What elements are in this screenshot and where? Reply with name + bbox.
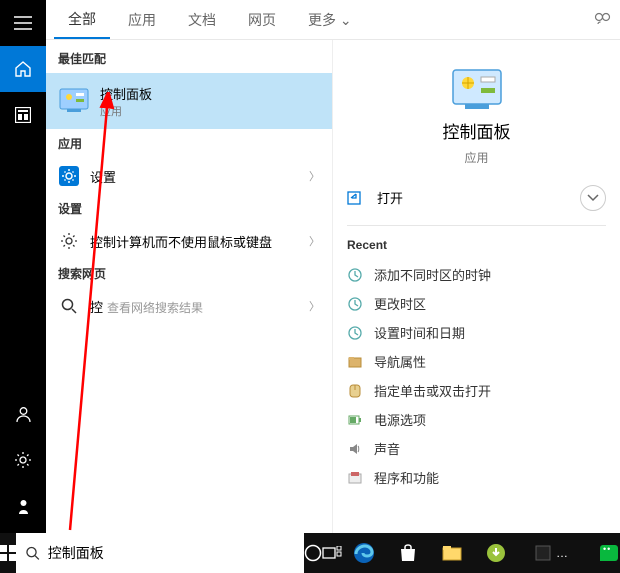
recent-item-power[interactable]: 电源选项 bbox=[347, 405, 606, 434]
start-menu-left-rail bbox=[0, 0, 46, 533]
task-view-button[interactable] bbox=[322, 533, 342, 573]
tab-documents[interactable]: 文档 bbox=[174, 2, 230, 38]
search-icon bbox=[58, 295, 80, 317]
section-web: 搜索网页 bbox=[46, 259, 332, 288]
taskbar-app-edge[interactable] bbox=[342, 533, 386, 573]
chevron-right-icon: 〉 bbox=[309, 233, 320, 249]
recent-label: Recent bbox=[347, 238, 606, 252]
section-settings: 设置 bbox=[46, 194, 332, 223]
result-control-panel[interactable]: 控制面板 应用 bbox=[46, 73, 332, 129]
result-web-search[interactable]: 控 查看网络搜索结果 〉 bbox=[46, 288, 332, 324]
recent-item-timezone[interactable]: 更改时区 bbox=[347, 289, 606, 318]
chevron-right-icon: 〉 bbox=[309, 298, 320, 314]
power-icon[interactable] bbox=[0, 483, 46, 529]
section-best-match: 最佳匹配 bbox=[46, 44, 332, 73]
person-icon[interactable] bbox=[0, 391, 46, 437]
control-panel-icon bbox=[451, 68, 503, 112]
control-panel-icon bbox=[58, 85, 90, 117]
clock-icon bbox=[347, 296, 363, 312]
taskbar-app-downloader[interactable] bbox=[474, 533, 518, 573]
feedback-icon[interactable] bbox=[594, 12, 612, 28]
dashboard-icon[interactable] bbox=[0, 92, 46, 138]
gear-icon bbox=[58, 230, 80, 252]
expand-actions-button[interactable] bbox=[580, 185, 606, 211]
recent-item-programs[interactable]: 程序和功能 bbox=[347, 463, 606, 492]
action-open[interactable]: 打开 bbox=[347, 182, 403, 213]
cortana-button[interactable] bbox=[304, 533, 322, 573]
chevron-right-icon: 〉 bbox=[309, 168, 320, 184]
tab-more[interactable]: 更多 ⌄ bbox=[294, 2, 366, 38]
start-button[interactable] bbox=[0, 533, 16, 573]
preview-subtype: 应用 bbox=[464, 149, 488, 166]
recent-item-clocks[interactable]: 添加不同时区的时钟 bbox=[347, 260, 606, 289]
open-icon bbox=[347, 191, 365, 205]
recent-item-datetime[interactable]: 设置时间和日期 bbox=[347, 318, 606, 347]
preview-title: 控制面板 bbox=[443, 118, 511, 143]
mouse-icon bbox=[347, 383, 363, 399]
home-icon[interactable] bbox=[0, 46, 46, 92]
gear-icon[interactable] bbox=[0, 437, 46, 483]
search-results-panel: 全部 应用 文档 网页 更多 ⌄ 最佳匹配 控制面板 应用 应用 bbox=[46, 0, 620, 533]
result-accessibility-no-mouse[interactable]: 控制计算机而不使用鼠标或键盘 〉 bbox=[46, 223, 332, 259]
wechat-icon bbox=[600, 545, 618, 561]
chevron-down-icon: ⌄ bbox=[340, 12, 352, 28]
taskbar-app-running[interactable]: … bbox=[518, 533, 588, 573]
preview-pane: 控制面板 应用 打开 Recent 添加不同时区的时钟 更改时区 设置时间和日期 bbox=[332, 40, 620, 533]
taskbar: … 微信 bbox=[0, 533, 620, 573]
recent-item-click[interactable]: 指定单击或双击打开 bbox=[347, 376, 606, 405]
section-apps: 应用 bbox=[46, 129, 332, 158]
search-input[interactable] bbox=[48, 545, 294, 561]
battery-icon bbox=[347, 412, 363, 428]
clock-icon bbox=[347, 325, 363, 341]
taskbar-app-explorer[interactable] bbox=[430, 533, 474, 573]
taskbar-app-wechat[interactable]: 微信 bbox=[588, 533, 620, 573]
clock-icon bbox=[347, 267, 363, 283]
folder-icon bbox=[347, 354, 363, 370]
recent-item-sound[interactable]: 声音 bbox=[347, 434, 606, 463]
tab-web[interactable]: 网页 bbox=[234, 2, 290, 38]
recent-item-navprops[interactable]: 导航属性 bbox=[347, 347, 606, 376]
tab-apps[interactable]: 应用 bbox=[114, 2, 170, 38]
filter-tabs: 全部 应用 文档 网页 更多 ⌄ bbox=[46, 0, 620, 40]
results-list: 最佳匹配 控制面板 应用 应用 设置 〉 设置 bbox=[46, 40, 332, 533]
hamburger-menu-icon[interactable] bbox=[0, 0, 46, 46]
search-icon bbox=[26, 546, 40, 561]
taskbar-app-store[interactable] bbox=[386, 533, 430, 573]
speaker-icon bbox=[347, 441, 363, 457]
taskbar-search-box[interactable] bbox=[16, 533, 304, 573]
programs-icon bbox=[347, 470, 363, 486]
result-settings[interactable]: 设置 〉 bbox=[46, 158, 332, 194]
tab-all[interactable]: 全部 bbox=[54, 1, 110, 39]
settings-icon bbox=[58, 165, 80, 187]
